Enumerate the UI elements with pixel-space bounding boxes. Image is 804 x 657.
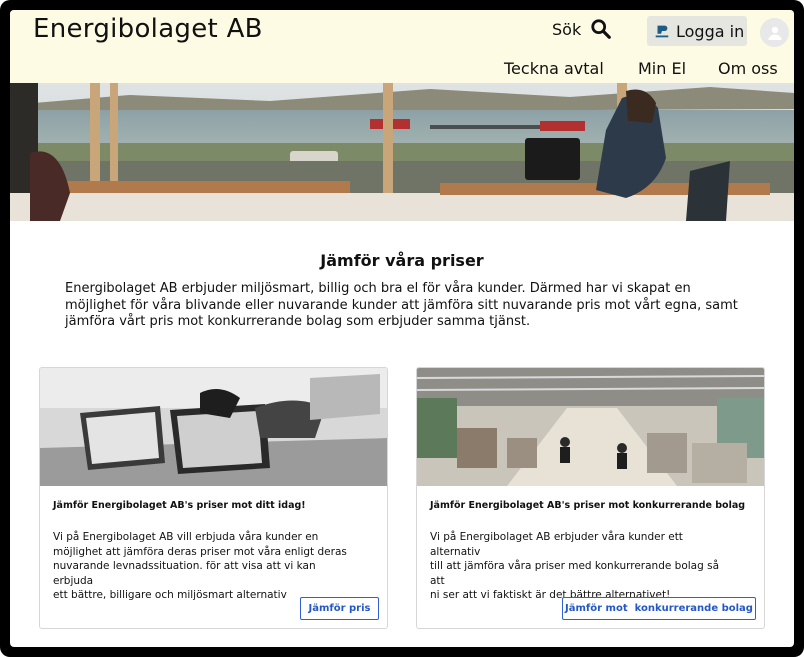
card-text: Vi på Energibolaget AB vill erbjuda våra… <box>53 531 347 601</box>
search-icon <box>591 19 612 39</box>
compare-own-price-card: Jämför Energibolaget AB's priser mot dit… <box>39 367 388 629</box>
nav-item-min-el[interactable]: Min El <box>638 59 686 78</box>
nav-item-teckna-avtal[interactable]: Teckna avtal <box>504 59 604 78</box>
card-text: Vi på Energibolaget AB erbjuder våra kun… <box>430 531 720 601</box>
intro-text: Energibolaget AB erbjuder miljösmart, bi… <box>65 281 738 329</box>
login-label: Logga in <box>676 21 745 41</box>
hero-image <box>10 83 794 221</box>
search-button[interactable]: Sök <box>552 18 612 40</box>
intro-title: Jämför våra priser <box>320 251 484 270</box>
compare-price-button[interactable]: Jämför pris <box>300 597 379 620</box>
browser-viewport: Energibolaget AB Sök Logga in Teckna avt… <box>10 10 794 647</box>
login-button[interactable]: Logga in <box>647 16 747 46</box>
nav-item-om-oss[interactable]: Om oss <box>718 59 778 78</box>
compare-competitors-card: Jämför Energibolaget AB's priser mot kon… <box>416 367 765 629</box>
card-title: Jämför Energibolaget AB's priser mot dit… <box>53 500 306 511</box>
avatar[interactable] <box>760 18 789 47</box>
brand-logo[interactable]: Energibolaget AB <box>33 14 263 44</box>
compare-competitors-button[interactable]: Jämför mot konkurrerande bolag <box>562 597 756 620</box>
card-image-laptops <box>40 368 387 486</box>
user-icon <box>768 26 781 40</box>
bankid-icon <box>653 22 671 40</box>
search-label: Sök <box>552 19 582 39</box>
card-image-office <box>417 368 764 486</box>
card-title: Jämför Energibolaget AB's priser mot kon… <box>430 500 746 511</box>
device-frame: Energibolaget AB Sök Logga in Teckna avt… <box>0 0 804 657</box>
site-header: Energibolaget AB Sök Logga in Teckna avt… <box>10 10 794 83</box>
